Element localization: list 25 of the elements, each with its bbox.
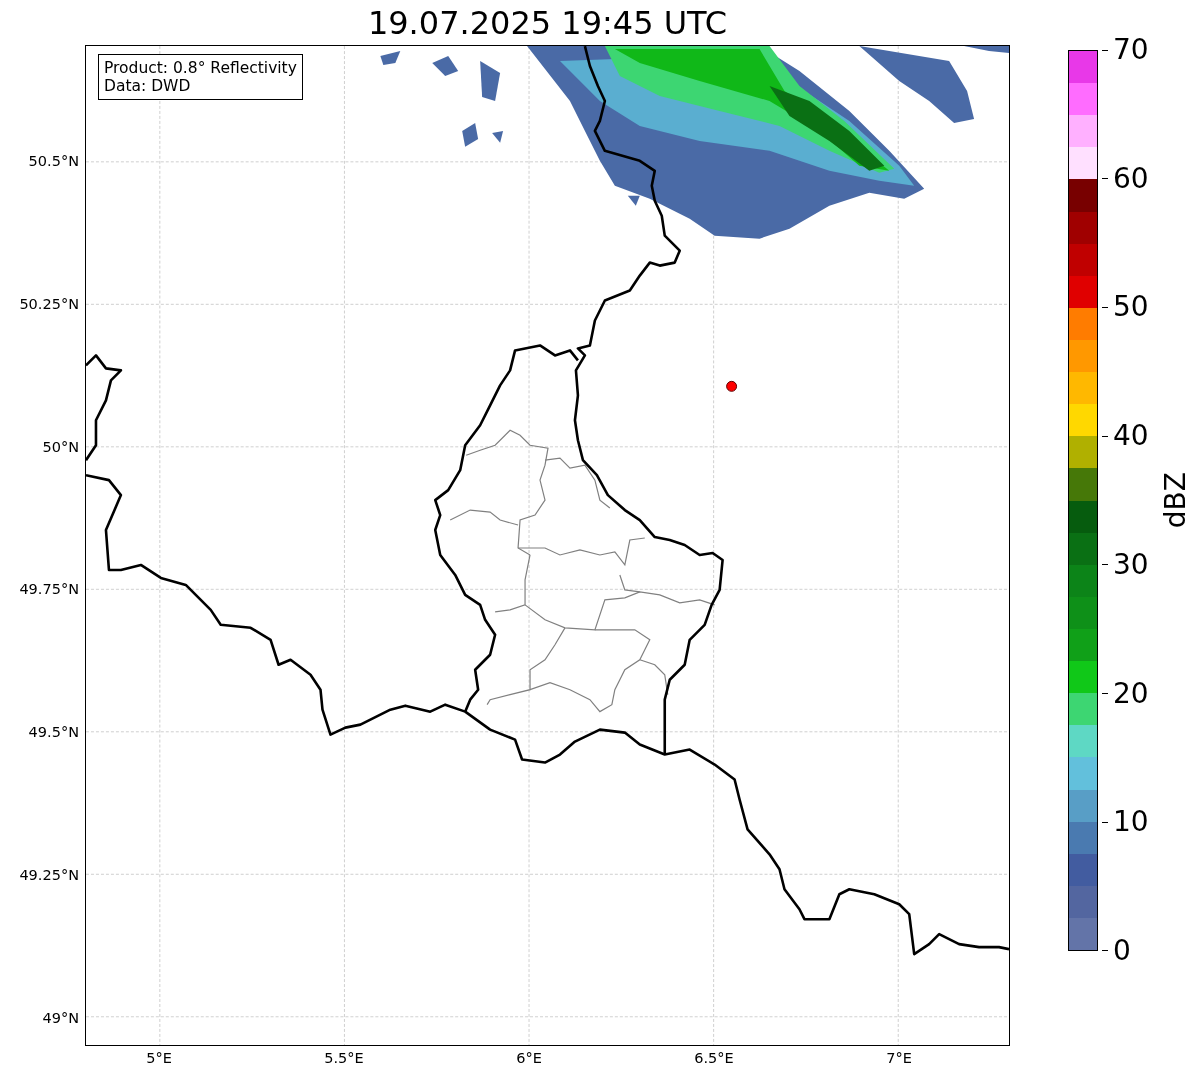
latitude-label: 49°N	[42, 1009, 79, 1026]
longitude-label: 5°E	[145, 1050, 173, 1068]
latitude-label: 50.25°N	[19, 295, 79, 312]
colorbar-tick-label: 20	[1113, 677, 1149, 710]
info-text: Product: 0.8° Reflectivity	[104, 59, 297, 77]
longitude-label: 5.5°E	[323, 1050, 365, 1068]
longitude-label: 6.5°E	[693, 1050, 735, 1068]
longitude-label: 6°E	[515, 1050, 543, 1068]
radar-site-marker	[726, 380, 738, 392]
latitude-label: 49.5°N	[28, 724, 79, 741]
colorbar-tick-label: 0	[1113, 934, 1131, 967]
colorbar-tick-label: 50	[1113, 291, 1149, 324]
latitude-label: 49.75°N	[19, 581, 79, 598]
colorbar-label: dBZ	[1158, 472, 1192, 529]
longitude-label: 7°E	[885, 1050, 913, 1068]
chart-title: 19.07.2025 19:45 UTC	[367, 3, 728, 43]
colorbar-tick-label: 70	[1113, 34, 1149, 66]
latitude-label: 49.25°N	[19, 867, 79, 884]
info-text: Data: DWD	[104, 77, 192, 95]
latitude-label: 50.5°N	[28, 153, 79, 169]
colorbar-tick-label: 30	[1113, 548, 1149, 581]
latitude-label: 50°N	[42, 438, 79, 455]
colorbar-tick-label: 10	[1113, 806, 1149, 839]
colorbar-tick-label: 60	[1113, 162, 1149, 195]
colorbar-tick-label: 40	[1113, 420, 1149, 453]
